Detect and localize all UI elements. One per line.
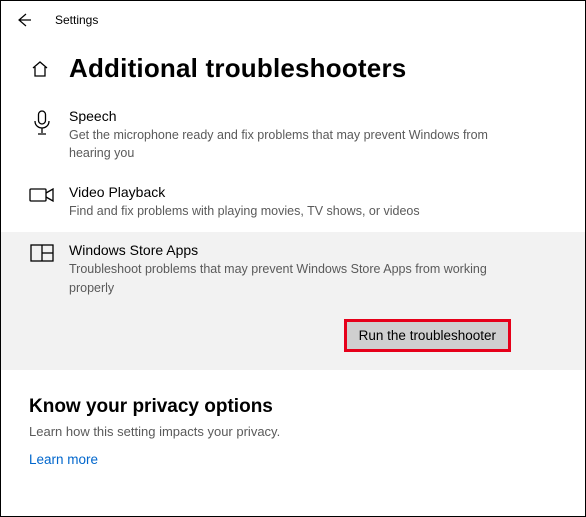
video-camera-icon (29, 186, 55, 204)
privacy-title: Know your privacy options (29, 396, 557, 418)
privacy-desc: Learn how this setting impacts your priv… (29, 424, 557, 439)
window-header: Settings (1, 1, 585, 35)
home-icon[interactable] (29, 58, 51, 80)
learn-more-link[interactable]: Learn more (29, 452, 98, 467)
troubleshooter-windows-store-apps[interactable]: Windows Store Apps Troubleshoot problems… (1, 232, 585, 369)
privacy-section: Know your privacy options Learn how this… (1, 380, 585, 469)
page-title: Additional troubleshooters (69, 53, 406, 84)
back-icon[interactable] (15, 11, 33, 29)
apps-grid-icon (29, 244, 55, 262)
page-title-row: Additional troubleshooters (1, 35, 585, 98)
troubleshooter-speech[interactable]: Speech Get the microphone ready and fix … (1, 98, 585, 174)
item-desc: Troubleshoot problems that may prevent W… (69, 260, 529, 296)
item-title: Speech (69, 108, 563, 124)
header-title: Settings (55, 13, 98, 27)
item-desc: Find and fix problems with playing movie… (69, 202, 529, 220)
item-title: Video Playback (69, 184, 563, 200)
microphone-icon (29, 110, 55, 136)
run-troubleshooter-button[interactable]: Run the troubleshooter (344, 319, 511, 352)
troubleshooter-video-playback[interactable]: Video Playback Find and fix problems wit… (1, 174, 585, 232)
item-title: Windows Store Apps (69, 242, 563, 258)
item-desc: Get the microphone ready and fix problem… (69, 126, 529, 162)
